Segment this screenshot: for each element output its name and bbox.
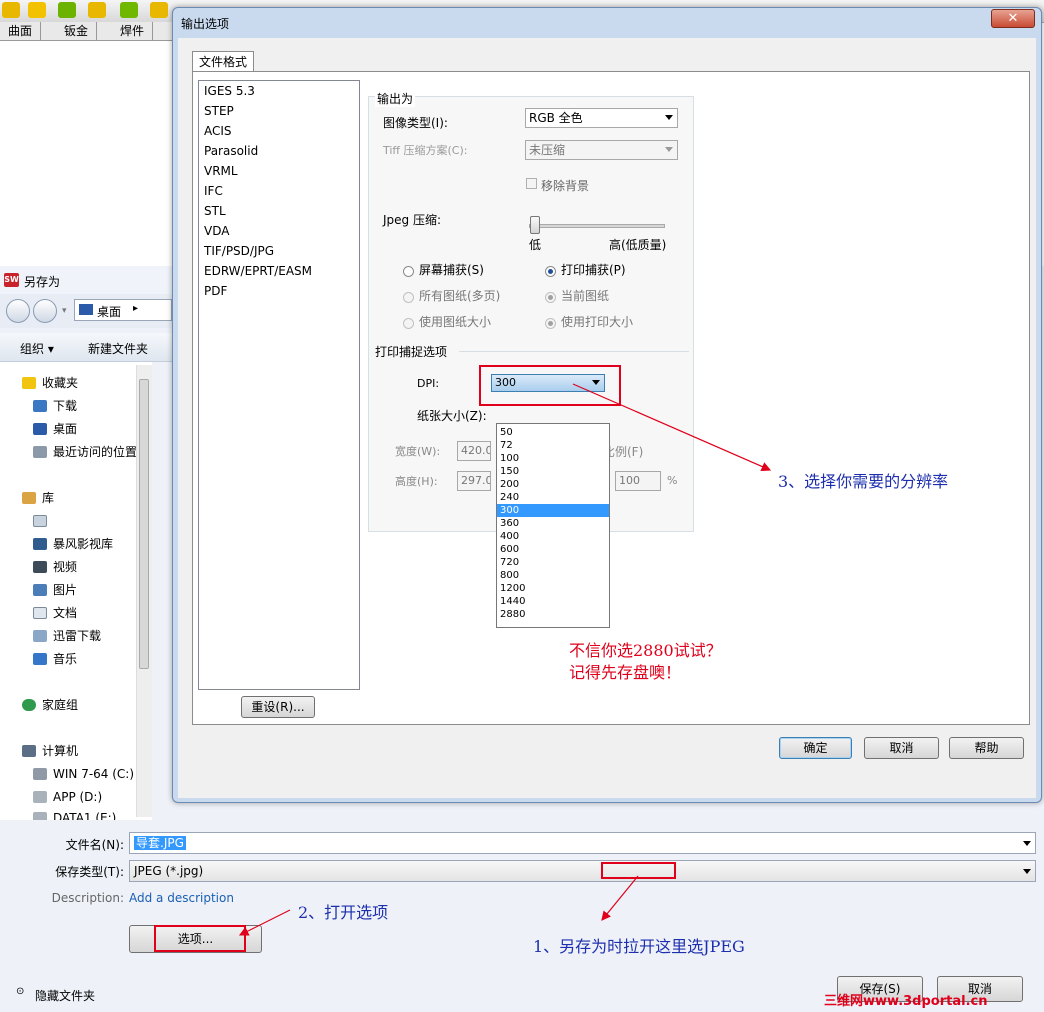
annotation-step2: 2、打开选项 (298, 903, 389, 922)
annotation-step3: 3、选择你需要的分辨率 (778, 472, 949, 491)
annotation-warning-2: 记得先存盘噢！ (569, 663, 682, 682)
annotation-warning-1: 不信你选2880试试？ (569, 641, 722, 660)
annotation-arrows (238, 383, 772, 936)
arrow-step1 (601, 875, 639, 921)
arrow-to-step3 (572, 383, 772, 472)
arrow-step2 (238, 909, 291, 936)
annotation-step1: 1、另存为时拉开这里选JPEG (533, 937, 745, 956)
watermark: 三维网www.3dportal.cn (824, 994, 988, 1009)
